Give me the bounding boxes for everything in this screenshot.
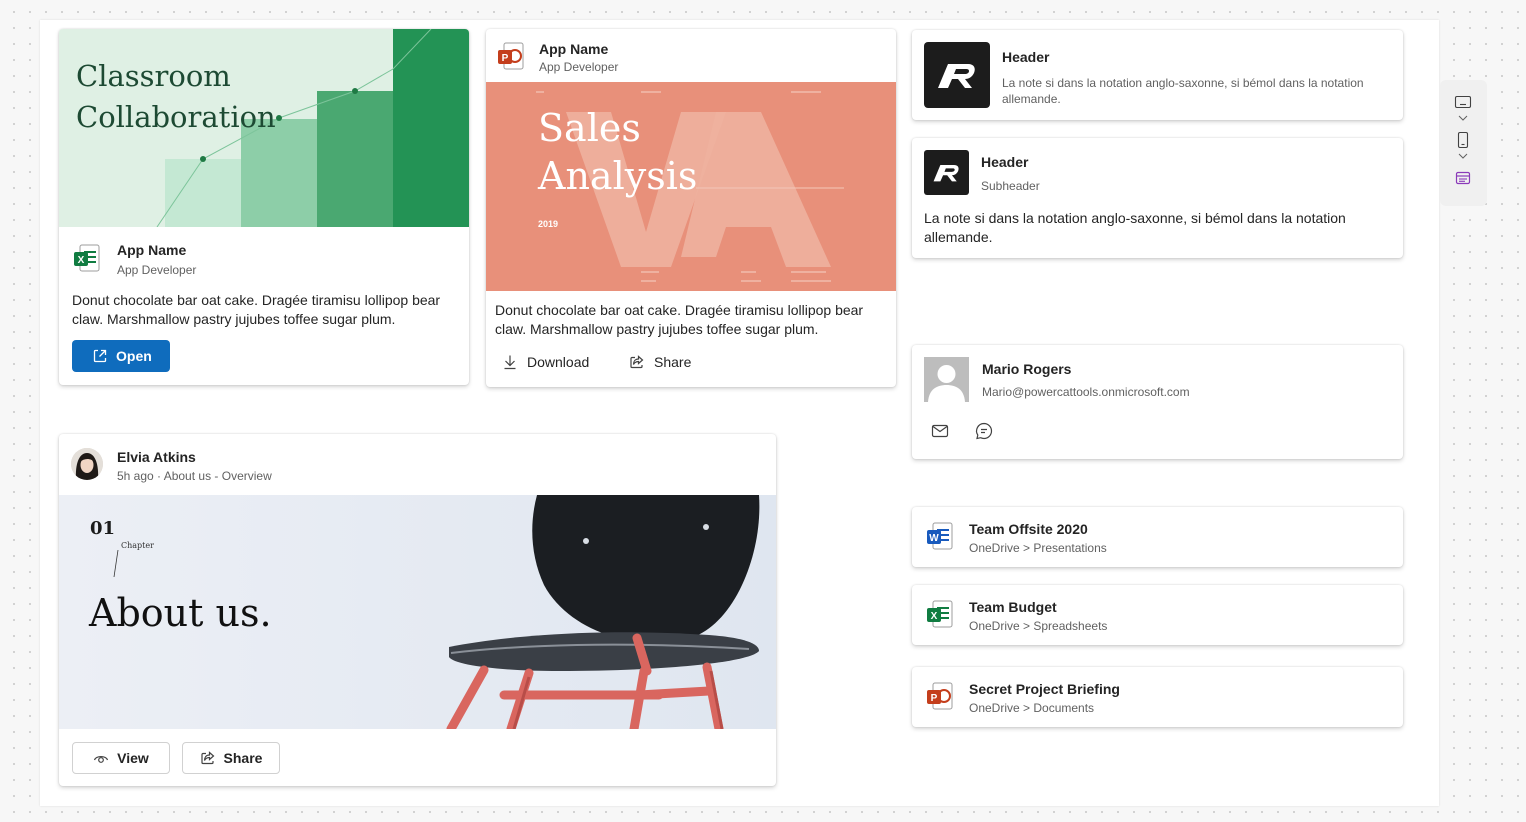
about-us-hero-image: 01 Chapter About us.	[59, 495, 776, 729]
share-icon	[200, 751, 214, 765]
classroom-thumbnail: Classroom Collaboration	[59, 29, 469, 227]
card-view-icon[interactable]	[1455, 170, 1471, 186]
svg-text:X: X	[78, 255, 85, 266]
header-card-1[interactable]: Header La note si dans la notation anglo…	[912, 30, 1403, 120]
download-label: Download	[527, 354, 590, 370]
download-button[interactable]: Download	[502, 354, 589, 370]
r-logo	[924, 42, 990, 108]
person-card[interactable]: Mario Rogers Mario@powercattools.onmicro…	[912, 345, 1403, 459]
share-label: Share	[654, 354, 692, 370]
open-external-icon	[93, 349, 107, 363]
share-icon	[630, 355, 644, 369]
word-icon: W	[927, 522, 953, 550]
open-button[interactable]: Open	[72, 340, 170, 372]
person-name: Mario Rogers	[982, 361, 1072, 377]
post-meta: 5h ago · About us - Overview	[117, 469, 272, 483]
powerpoint-app-card[interactable]: P App Name App Developer Sales Analysis …	[486, 29, 896, 387]
header-text: La note si dans la notation anglo-saxonn…	[924, 210, 1346, 245]
author-name: Elvia Atkins	[117, 449, 196, 465]
thumbnail-year: 2019	[538, 219, 559, 229]
share-button[interactable]: Share	[182, 742, 280, 774]
header-title: Header	[1002, 49, 1050, 65]
excel-icon: X	[927, 600, 953, 628]
chevron-down-icon[interactable]	[1458, 115, 1468, 121]
file-name: Secret Project Briefing	[969, 681, 1120, 697]
svg-text:P: P	[502, 53, 509, 64]
svg-text:X: X	[931, 611, 938, 622]
author-avatar	[71, 448, 103, 480]
view-toolbar	[1440, 80, 1487, 206]
person-email: Mario@powercattools.onmicrosoft.com	[982, 385, 1190, 399]
thumbnail-title-line1: Sales	[538, 106, 641, 150]
open-button-label: Open	[116, 348, 152, 364]
app-name: App Name	[117, 242, 187, 258]
svg-text:W: W	[929, 533, 939, 544]
file-path: OneDrive > Presentations	[969, 541, 1107, 555]
svg-text:P: P	[931, 693, 938, 704]
eye-icon	[94, 756, 109, 763]
file-card[interactable]: W Team Offsite 2020 OneDrive > Presentat…	[912, 507, 1403, 567]
powerpoint-icon: P	[927, 682, 953, 710]
app-developer: App Developer	[117, 263, 197, 277]
file-path: OneDrive > Spreadsheets	[969, 619, 1108, 633]
view-button[interactable]: View	[72, 742, 170, 774]
chapter-label: Chapter	[121, 541, 154, 550]
sales-analysis-thumbnail: Sales Analysis 2019	[486, 82, 896, 291]
header-text: La note si dans la notation anglo-saxonn…	[1002, 76, 1364, 106]
chevron-down-icon[interactable]	[1458, 153, 1468, 159]
mail-icon[interactable]	[930, 421, 950, 441]
excel-app-card[interactable]: Classroom Collaboration X App Name App D…	[59, 29, 469, 385]
view-label: View	[117, 750, 149, 766]
share-button[interactable]: Share	[629, 354, 691, 370]
powerpoint-icon: P	[498, 42, 524, 70]
file-name: Team Offsite 2020	[969, 521, 1088, 537]
chapter-number: 01	[90, 518, 116, 539]
r-logo	[924, 150, 969, 195]
header-title: Header	[981, 154, 1029, 170]
download-icon	[504, 355, 516, 370]
thumbnail-title-line1: Classroom	[76, 59, 231, 93]
thumbnail-title-line2: Collaboration	[76, 100, 276, 134]
file-card[interactable]: P Secret Project Briefing OneDrive > Doc…	[912, 667, 1403, 727]
file-name: Team Budget	[969, 599, 1057, 615]
post-card[interactable]: Elvia Atkins 5h ago · About us - Overvie…	[59, 434, 776, 786]
mobile-icon[interactable]	[1457, 131, 1469, 149]
file-card[interactable]: X Team Budget OneDrive > Spreadsheets	[912, 585, 1403, 645]
desktop-icon[interactable]	[1454, 95, 1472, 111]
header-card-2[interactable]: Header Subheader La note si dans la nota…	[912, 138, 1403, 258]
card-description: Donut chocolate bar oat cake. Dragée tir…	[495, 302, 864, 337]
card-description: Donut chocolate bar oat cake. Dragée tir…	[72, 292, 441, 327]
app-developer: App Developer	[539, 60, 619, 74]
thumbnail-title-line2: Analysis	[538, 154, 698, 198]
share-label: Share	[223, 750, 263, 766]
avatar	[924, 357, 969, 402]
app-name: App Name	[539, 41, 609, 57]
file-path: OneDrive > Documents	[969, 701, 1095, 715]
chat-icon[interactable]	[974, 421, 994, 441]
header-subheader: Subheader	[981, 179, 1040, 193]
excel-icon: X	[74, 244, 100, 272]
hero-text: About us.	[89, 591, 272, 635]
